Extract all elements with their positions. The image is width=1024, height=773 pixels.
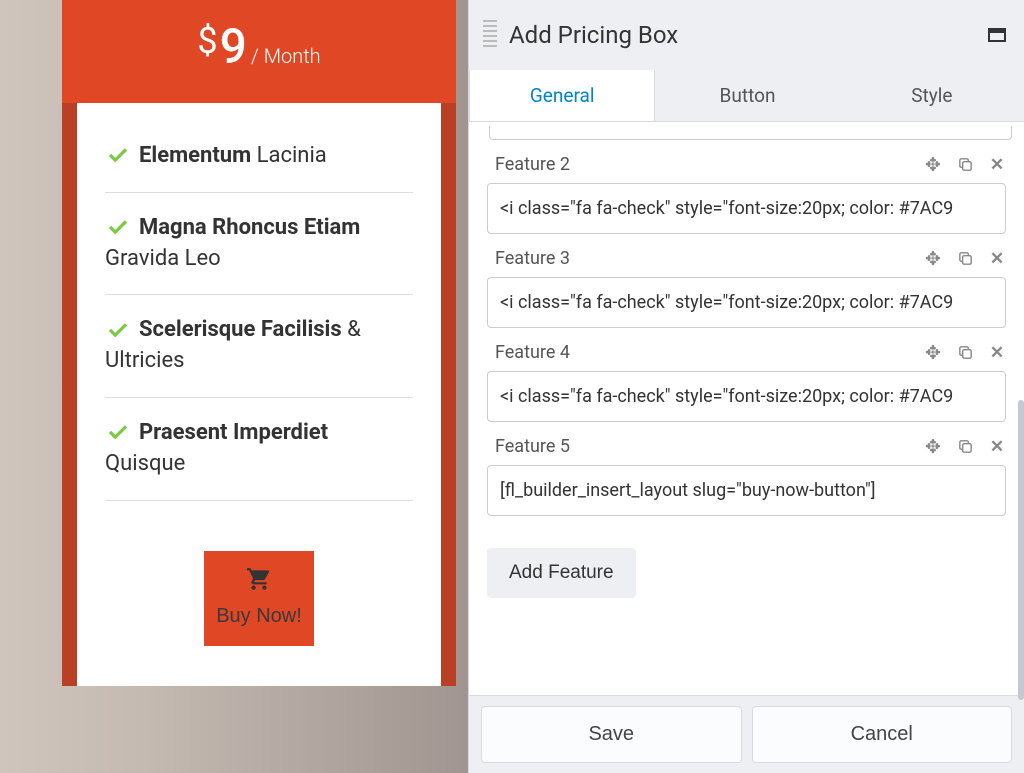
feature-text: Lacinia (251, 143, 327, 168)
feature-header: Feature 2 (487, 154, 1006, 175)
feature-section: Feature 3 (487, 248, 1006, 328)
add-feature-button[interactable]: Add Feature (487, 548, 636, 598)
feature-label: Feature 5 (495, 436, 924, 457)
feature-actions (924, 344, 1006, 362)
move-icon[interactable] (924, 438, 942, 456)
save-button[interactable]: Save (481, 706, 742, 763)
feature-text-bold: Scelerisque Facilisis (139, 317, 342, 342)
feature-text-bold: Praesent Imperdiet (139, 420, 328, 445)
feature-section: Feature 4 (487, 342, 1006, 422)
feature-item: Praesent Imperdiet Quisque (105, 398, 413, 501)
features-list: Elementum Lacinia Magna Rhoncus Etiam Gr… (77, 103, 441, 686)
feature-item: Magna Rhoncus Etiam Gravida Leo (105, 193, 413, 296)
copy-icon[interactable] (956, 250, 974, 268)
move-icon[interactable] (924, 344, 942, 362)
panel-footer: Save Cancel (469, 695, 1024, 773)
feature-actions (924, 250, 1006, 268)
check-icon (105, 145, 131, 167)
feature-label: Feature 2 (495, 154, 924, 175)
feature-header: Feature 4 (487, 342, 1006, 363)
feature-input-partial[interactable] (489, 126, 1012, 140)
tab-general[interactable]: General (469, 70, 655, 121)
scrollbar[interactable] (1018, 400, 1024, 700)
move-icon[interactable] (924, 250, 942, 268)
check-icon (105, 422, 131, 444)
feature-item: Scelerisque Facilisis & Ultricies (105, 295, 413, 398)
feature-text-bold: Elementum (139, 143, 251, 168)
feature-item: Elementum Lacinia (105, 133, 413, 193)
delete-icon[interactable] (988, 250, 1006, 268)
feature-input[interactable] (487, 183, 1006, 234)
feature-label: Feature 4 (495, 342, 924, 363)
cancel-button[interactable]: Cancel (752, 706, 1013, 763)
feature-header: Feature 3 (487, 248, 1006, 269)
delete-icon[interactable] (988, 438, 1006, 456)
price-period: / Month (251, 44, 321, 68)
panel-header: Add Pricing Box (469, 0, 1024, 70)
tab-content: Feature 2 Feature 3 (469, 122, 1024, 695)
copy-icon[interactable] (956, 438, 974, 456)
tab-style[interactable]: Style (840, 70, 1024, 121)
cart-icon (214, 566, 304, 599)
feature-input[interactable] (487, 371, 1006, 422)
feature-header: Feature 5 (487, 436, 1006, 457)
preview-area: $9/ Month Elementum Lacinia Magna Rhoncu… (0, 0, 468, 773)
check-icon (105, 217, 131, 239)
check-icon (105, 320, 131, 342)
price-currency: $ (197, 20, 217, 62)
feature-input[interactable] (487, 465, 1006, 516)
copy-icon[interactable] (956, 344, 974, 362)
feature-text-bold: Magna Rhoncus Etiam (139, 215, 360, 240)
delete-icon[interactable] (988, 156, 1006, 174)
delete-icon[interactable] (988, 344, 1006, 362)
feature-section: Feature 2 (487, 154, 1006, 234)
tabs: General Button Style (469, 70, 1024, 122)
feature-label: Feature 3 (495, 248, 924, 269)
tab-button[interactable]: Button (655, 70, 839, 121)
panel-title: Add Pricing Box (509, 21, 988, 49)
copy-icon[interactable] (956, 156, 974, 174)
buy-now-button[interactable]: Buy Now! (204, 551, 314, 646)
buy-label: Buy Now! (216, 605, 302, 627)
feature-text: Gravida Leo (105, 246, 221, 271)
window-toggle-icon[interactable] (988, 28, 1006, 42)
feature-actions (924, 156, 1006, 174)
pricing-box: $9/ Month Elementum Lacinia Magna Rhoncu… (62, 0, 456, 686)
feature-actions (924, 438, 1006, 456)
feature-text: Quisque (105, 451, 185, 476)
move-icon[interactable] (924, 156, 942, 174)
feature-input[interactable] (487, 277, 1006, 328)
price-amount: 9 (220, 18, 247, 75)
price-header: $9/ Month (62, 0, 456, 103)
settings-panel: Add Pricing Box General Button Style Fea… (468, 0, 1024, 773)
drag-handle-icon[interactable] (483, 20, 497, 50)
feature-section: Feature 5 (487, 436, 1006, 516)
